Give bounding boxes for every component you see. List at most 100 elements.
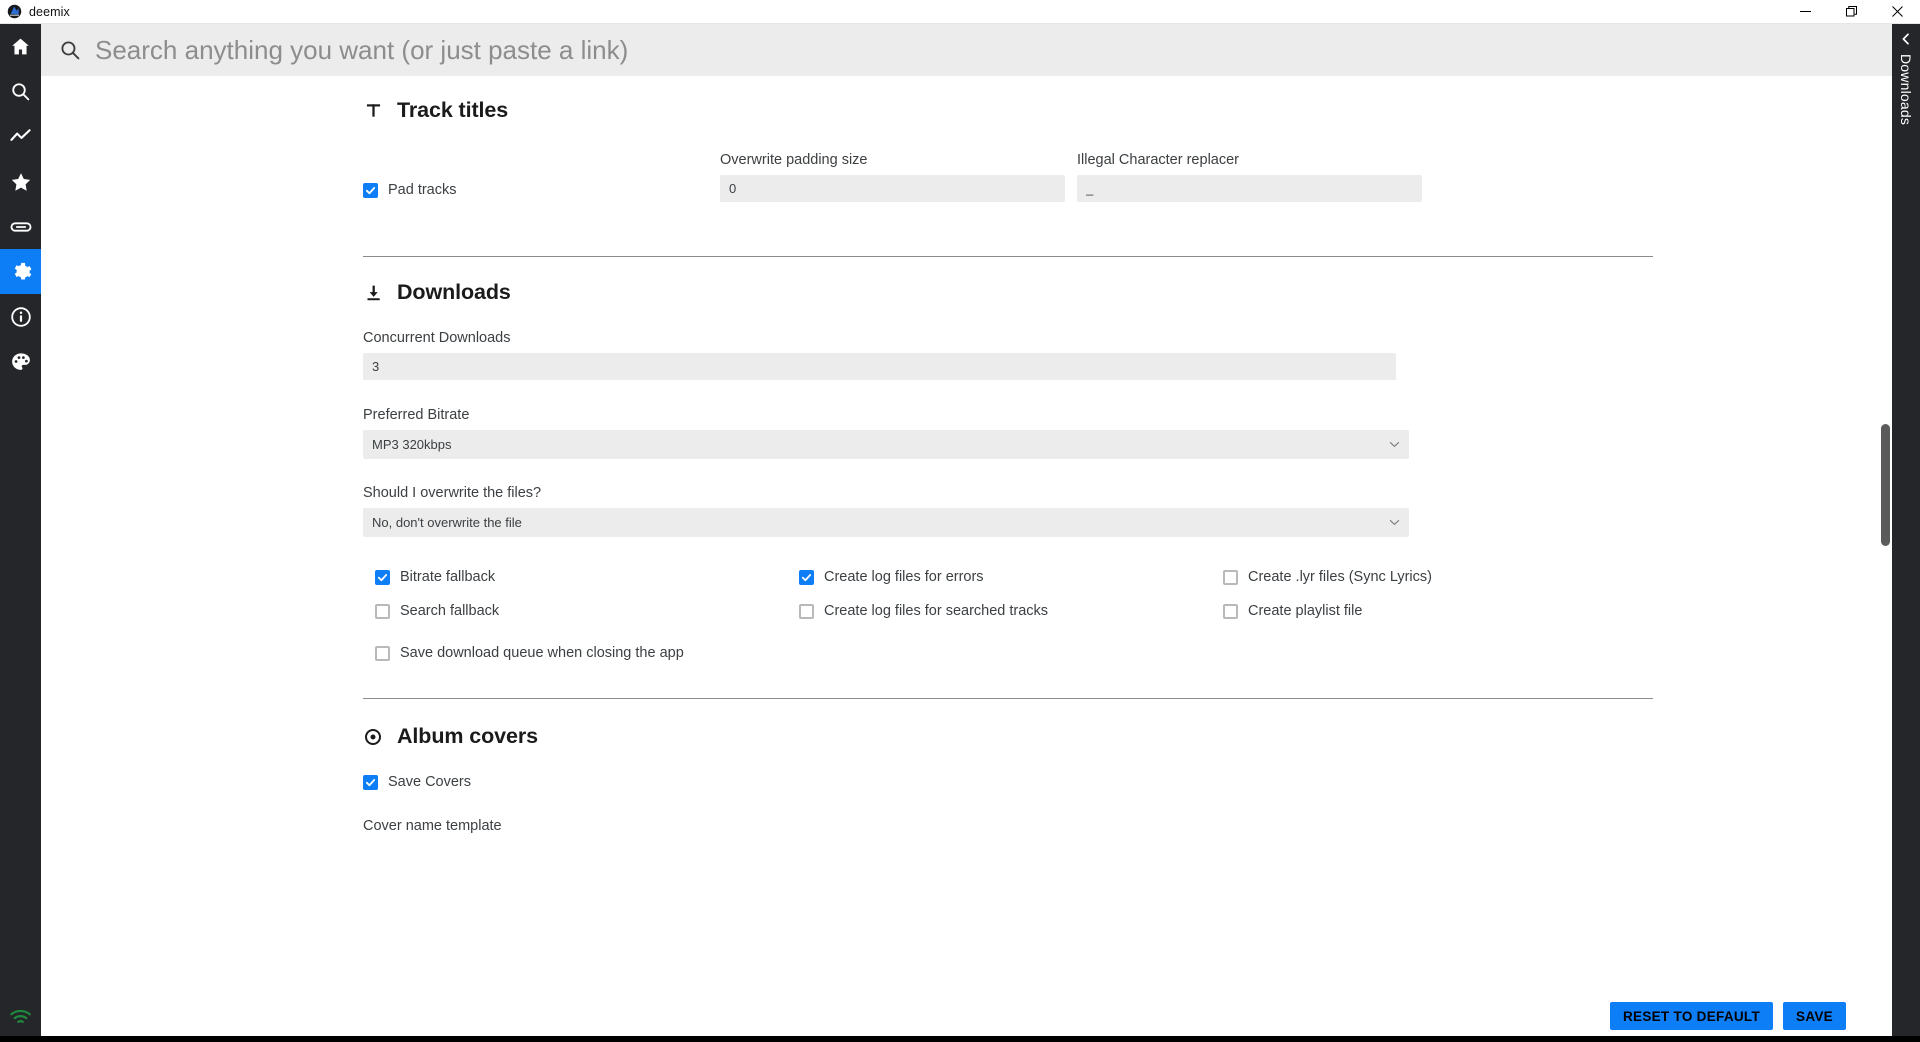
sidebar-item-links[interactable]: [0, 204, 41, 249]
text-format-icon: [363, 103, 383, 118]
download-icon: [363, 285, 383, 301]
checkbox-bitrate-fallback[interactable]: Bitrate fallback: [375, 569, 799, 585]
checkbox-create-lyr-files[interactable]: Create .lyr files (Sync Lyrics): [1223, 569, 1647, 585]
checkbox-box: [375, 603, 390, 619]
cover-name-template-label: Cover name template: [363, 818, 502, 834]
sidebar-item-settings[interactable]: [0, 249, 41, 294]
sidebar-item-favorites[interactable]: [0, 159, 41, 204]
search-bar: [41, 24, 1892, 76]
close-icon[interactable]: [1874, 0, 1920, 24]
album-covers-heading-row: Album covers: [363, 724, 1653, 749]
album-covers-heading: Album covers: [397, 724, 538, 748]
checkbox-box: [363, 774, 378, 790]
sidebar-item-themes[interactable]: [0, 339, 41, 384]
chevron-down-icon: [1389, 441, 1400, 448]
overwrite-padding-label: Overwrite padding size: [720, 152, 868, 168]
wifi-connected-icon: [9, 1009, 32, 1032]
checkbox-label: Bitrate fallback: [400, 569, 496, 585]
gear-icon: [10, 261, 32, 283]
home-icon: [10, 36, 31, 57]
settings-action-bar: RESET TO DEFAULT SAVE: [1609, 1002, 1846, 1030]
settings-content-inner: Track titles Pad tracks Overwrite paddin…: [41, 76, 1892, 834]
checkbox-box: [375, 645, 390, 661]
save-button[interactable]: SAVE: [1783, 1002, 1846, 1030]
info-circle-icon: [10, 306, 32, 328]
link-icon: [10, 216, 32, 238]
window-bottom-strip: [0, 1036, 1920, 1042]
sidebar-item-charts[interactable]: [0, 114, 41, 159]
sidebar-item-home[interactable]: [0, 24, 41, 69]
checkbox-create-log-searched[interactable]: Create log files for searched tracks: [799, 603, 1223, 619]
preferred-bitrate-select[interactable]: MP3 320kbps: [363, 430, 1409, 459]
sidebar-item-about[interactable]: [0, 294, 41, 339]
track-titles-heading: Track titles: [397, 98, 509, 122]
checkbox-label: Create log files for searched tracks: [824, 603, 1049, 619]
checkbox-label: Create log files for errors: [824, 569, 984, 585]
illegal-character-replacer-input[interactable]: [1077, 175, 1422, 202]
overwrite-files-label: Should I overwrite the files?: [363, 485, 542, 501]
reset-to-default-button[interactable]: RESET TO DEFAULT: [1609, 1002, 1774, 1030]
checkbox-search-fallback[interactable]: Search fallback: [375, 603, 799, 619]
section-track-titles: Track titles Pad tracks Overwrite paddin…: [363, 98, 1653, 257]
star-icon: [10, 171, 32, 193]
checkbox-box: [363, 182, 378, 198]
checkbox-box: [375, 569, 390, 585]
illegal-character-replacer-label: Illegal Character replacer: [1077, 152, 1239, 168]
deemix-logo-icon: [7, 4, 22, 19]
checkbox-save-covers[interactable]: Save Covers: [363, 774, 1653, 790]
checkbox-save-download-queue[interactable]: Save download queue when closing the app: [375, 645, 1653, 661]
checkbox-label: Create .lyr files (Sync Lyrics): [1248, 569, 1432, 585]
disc-icon: [363, 728, 383, 745]
window-body: Track titles Pad tracks: [0, 24, 1920, 1042]
checkbox-create-log-errors[interactable]: Create log files for errors: [799, 569, 1223, 585]
main-sidebar: [0, 24, 41, 1042]
window-title: deemix: [29, 4, 70, 19]
checkbox-box: [1223, 603, 1238, 619]
checkbox-create-playlist-file[interactable]: Create playlist file: [1223, 603, 1647, 619]
track-titles-heading-row: Track titles: [363, 98, 1653, 123]
downloads-heading-row: Downloads: [363, 280, 1653, 305]
settings-content: Track titles Pad tracks Overwrite paddin…: [41, 76, 1892, 1042]
pad-tracks-checkbox[interactable]: Pad tracks: [363, 182, 708, 198]
main-area: Track titles Pad tracks: [41, 24, 1892, 1042]
checkbox-label: Save Covers: [388, 774, 472, 790]
titlebar-left: deemix: [0, 4, 70, 19]
sidebar-item-search[interactable]: [0, 69, 41, 114]
concurrent-downloads-input[interactable]: [363, 353, 1396, 380]
palette-icon: [10, 351, 32, 373]
minimize-icon[interactable]: [1782, 0, 1828, 24]
divider-downloads: [363, 698, 1653, 699]
chevron-left-icon: [1900, 33, 1912, 45]
restore-icon[interactable]: [1828, 0, 1874, 24]
downloads-panel-label: Downloads: [1898, 54, 1914, 126]
checkbox-label: Save download queue when closing the app: [400, 645, 684, 661]
scrollbar-thumb[interactable]: [1881, 424, 1890, 546]
search-icon: [10, 81, 31, 102]
checkbox-box: [799, 603, 814, 619]
chevron-down-icon: [1389, 519, 1400, 526]
window-titlebar: deemix: [0, 0, 1920, 24]
content-scrollbar[interactable]: [1878, 76, 1892, 1042]
overwrite-padding-input[interactable]: [720, 175, 1065, 202]
overwrite-files-select[interactable]: No, don't overwrite the file: [363, 508, 1409, 537]
overwrite-files-value: No, don't overwrite the file: [372, 515, 522, 530]
divider-track-titles: [363, 256, 1653, 257]
downloads-checkbox-grid: Bitrate fallback Create log files for er…: [363, 569, 1653, 619]
pad-tracks-label: Pad tracks: [388, 182, 457, 198]
window-controls: [1782, 0, 1920, 24]
app-window: deemix Search anything you want (or just…: [0, 0, 1920, 1042]
downloads-heading: Downloads: [397, 280, 511, 304]
checkbox-box: [1223, 569, 1238, 585]
downloads-panel-toggle[interactable]: Downloads: [1892, 24, 1920, 1042]
checkbox-label: Search fallback: [400, 603, 500, 619]
preferred-bitrate-label: Preferred Bitrate: [363, 407, 470, 423]
search-input[interactable]: [95, 34, 1892, 66]
section-downloads: Downloads Concurrent Downloads Preferred…: [363, 280, 1653, 699]
trending-line-icon: [9, 125, 32, 148]
concurrent-downloads-label: Concurrent Downloads: [363, 330, 511, 346]
section-album-covers: Album covers Save Covers Cover name temp…: [363, 724, 1653, 834]
checkbox-box: [799, 569, 814, 585]
preferred-bitrate-value: MP3 320kbps: [372, 437, 452, 452]
search-icon: [59, 39, 81, 61]
checkbox-label: Create playlist file: [1248, 603, 1363, 619]
